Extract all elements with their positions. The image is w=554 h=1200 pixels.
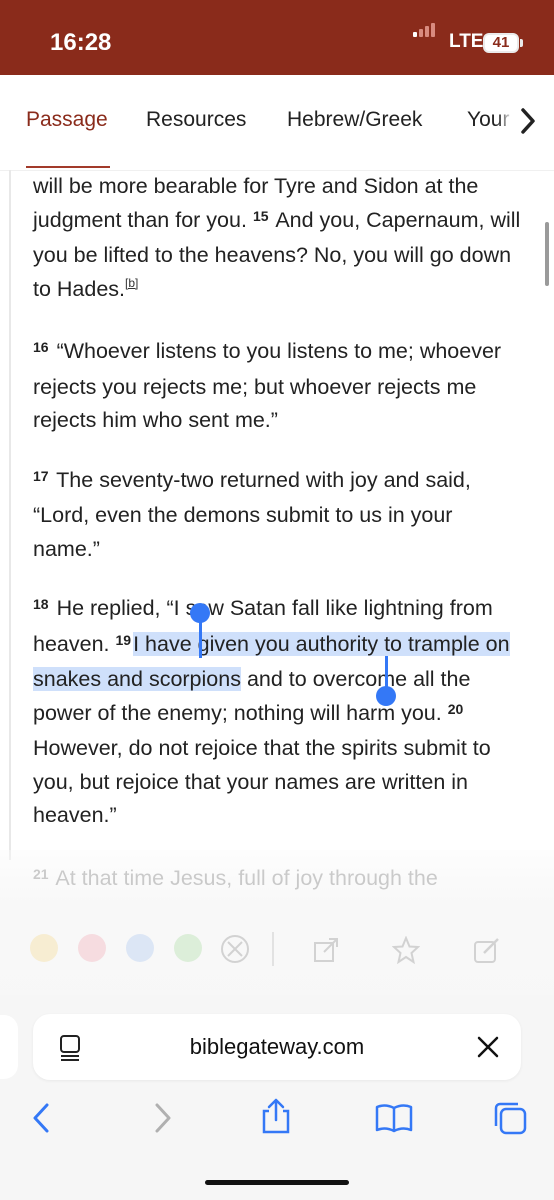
selection-start-handle[interactable] [190,603,210,623]
share-icon[interactable] [312,936,340,964]
passage-left-rule [9,170,11,860]
verse-number: 15 [252,207,269,224]
bookmarks-icon[interactable] [374,1102,414,1134]
faded-verse: 21 At that time Jesus, full of joy throu… [33,866,438,890]
selection-start-stem [199,620,202,658]
verse-paragraph: 18 He replied, “I saw Satan fall like li… [33,596,510,827]
note-icon[interactable] [472,936,502,964]
verse-number: 20 [447,700,464,717]
selection-end-handle[interactable] [376,686,396,706]
clear-highlight-icon[interactable] [220,934,250,964]
verse-paragraph: 17 The seventy-two returned with joy and… [33,467,471,561]
resource-tabs: Passage Resources Hebrew/Greek Your [0,75,554,171]
toolbar-divider [272,932,274,966]
forward-icon[interactable] [152,1102,174,1134]
battery-icon: 41 [483,33,519,53]
status-bar: 16:28 LTE 41 [0,0,554,75]
star-icon[interactable] [392,936,420,964]
previous-tab-peek[interactable] [0,1015,18,1079]
battery-level: 41 [492,34,510,51]
verse-number: 16 [33,339,49,355]
tab-passage[interactable]: Passage [26,108,108,132]
footnote-link[interactable]: [b] [125,276,138,290]
tabs-next-button[interactable] [510,97,548,143]
home-indicator [205,1180,349,1185]
verse-number: 17 [33,467,49,484]
highlight-blue-button[interactable] [126,934,154,962]
tab-resources[interactable]: Resources [146,108,246,132]
network-type: LTE [449,31,484,52]
highlight-yellow-button[interactable] [30,934,58,962]
chevron-right-icon [521,108,535,134]
url-text[interactable]: biblegateway.com [33,1034,521,1060]
status-time: 16:28 [50,29,112,56]
verse-number: 19 [115,631,132,648]
verse-paragraph: 16 “Whoever listens to you listens to me… [33,339,502,432]
active-tab-indicator [26,166,110,168]
tabs-icon[interactable] [492,1100,528,1136]
verse-number: 18 [33,596,49,612]
address-bar[interactable]: biblegateway.com [33,1014,521,1080]
highlight-green-button[interactable] [174,934,202,962]
tab-hebrew-greek[interactable]: Hebrew/Greek [287,108,422,132]
close-icon[interactable] [477,1036,499,1058]
tab-your[interactable]: Your [467,108,509,132]
scrollbar[interactable] [545,222,549,286]
share-icon[interactable] [260,1097,292,1135]
passage-text: will be more bearable for Tyre and Sidon… [33,170,523,859]
highlight-pink-button[interactable] [78,934,106,962]
back-icon[interactable] [30,1102,52,1134]
verse-paragraph: will be more bearable for Tyre and Sidon… [33,174,521,301]
